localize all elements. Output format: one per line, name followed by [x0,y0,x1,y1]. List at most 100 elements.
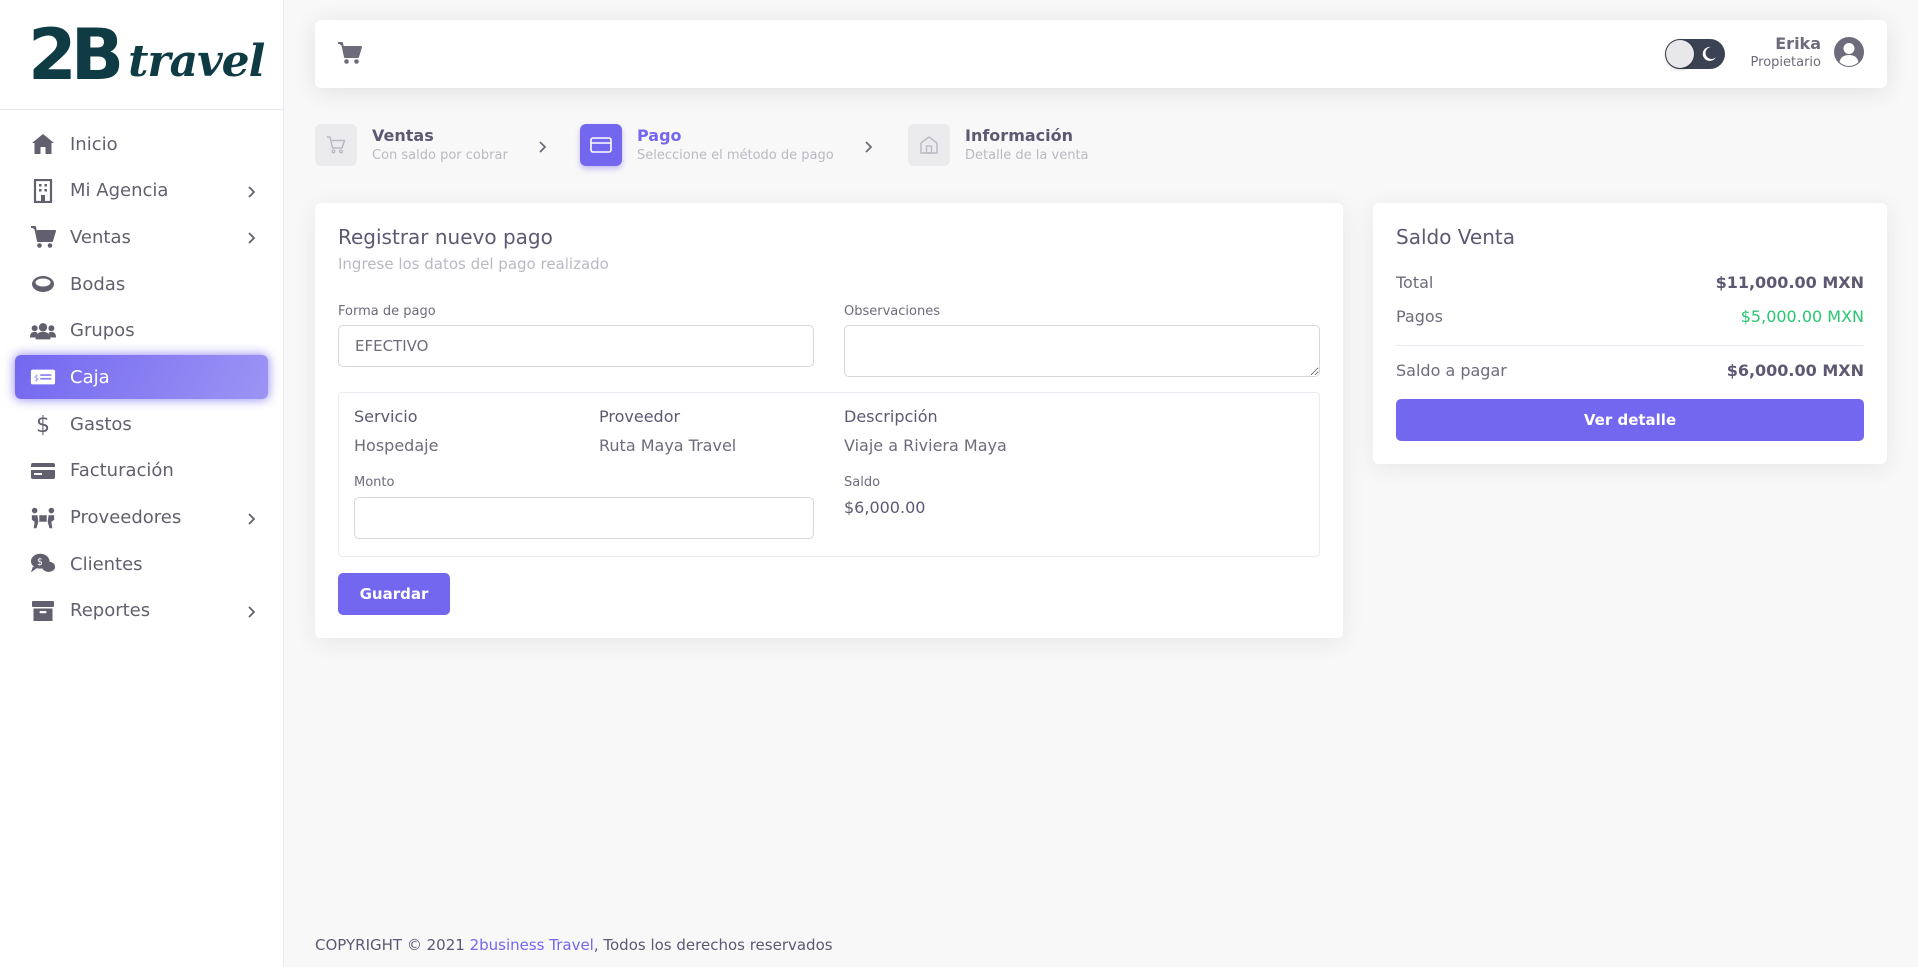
save-button[interactable]: Guardar [338,573,450,615]
sidebar-item-clientes[interactable]: $ Clientes [15,542,268,586]
user-role: Propietario [1750,55,1821,70]
sidebar-item-label: Caja [70,366,110,388]
cart-outline-icon [315,124,357,166]
user-name[interactable]: Erika [1775,34,1821,53]
sidebar-item-label: Facturación [70,460,174,482]
servicio-header: Servicio [354,407,418,426]
total-label: Total [1396,273,1434,292]
footer: COPYRIGHT © 2021 2business Travel, Todos… [315,936,833,954]
step-title: Información [965,126,1074,145]
copyright-text: COPYRIGHT © 2021 [315,936,470,954]
view-detail-button[interactable]: Ver detalle [1396,399,1864,441]
step-pago[interactable]: Pago Seleccione el método de pago [580,124,834,166]
home-icon [30,131,56,157]
saldo-pagar-label: Saldo a pagar [1396,361,1507,380]
payment-form-card: Registrar nuevo pago Ingrese los datos d… [315,203,1343,638]
sidebar-item-label: Bodas [70,273,126,295]
step-subtitle: Detalle de la venta [965,148,1089,163]
brand-link[interactable]: 2business Travel [470,936,594,954]
wizard-stepper: Ventas Con saldo por cobrar Pago Selecci… [315,124,1215,170]
building-icon [30,178,56,204]
logo-sub: travel [128,36,265,87]
sidebar-item-facturacion[interactable]: Facturación [15,449,268,493]
toggle-knob [1666,40,1694,68]
pagos-value: $5,000.00 MXN [1740,307,1864,326]
chevron-right-icon [246,510,256,531]
chevron-right-icon [246,229,256,250]
card-subtitle: Ingrese los datos del pago realizado [338,255,609,273]
card-title: Registrar nuevo pago [338,225,553,249]
sidebar-item-inicio[interactable]: Inicio [15,122,268,166]
pagos-row: Pagos $5,000.00 MXN [1396,307,1864,326]
step-subtitle: Con saldo por cobrar [372,148,508,163]
servicio-value: Hospedaje [354,436,439,455]
sidebar-item-label: Ventas [70,226,131,248]
sidebar-item-label: Proveedores [70,507,182,528]
card-title: Saldo Venta [1396,225,1516,249]
brand-logo[interactable]: 2B travel [0,0,283,110]
total-value: $11,000.00 MXN [1715,273,1864,292]
monto-input[interactable] [354,497,814,539]
sidebar-item-label: Clientes [70,553,143,575]
comments-dollar-icon: $ [30,551,56,577]
chevron-right-icon [246,183,256,204]
dollar-icon: $ [30,411,56,437]
saldo-label: Saldo [844,475,881,490]
step-title: Pago [637,126,682,145]
theme-toggle[interactable] [1665,39,1725,69]
logo-main: 2B [28,13,124,96]
monto-label: Monto [354,475,395,490]
top-navbar: Erika Propietario [315,20,1887,88]
chevron-right-icon [537,139,549,159]
archive-icon [30,598,56,624]
sidebar-item-ventas[interactable]: Ventas [15,215,268,259]
proveedor-header: Proveedor [599,407,681,426]
sidebar-menu: Inicio Mi Agencia Ventas Bodas Grupos $ … [0,110,283,633]
users-icon [30,318,56,344]
step-title: Ventas [372,126,434,145]
total-row: Total $11,000.00 MXN [1396,273,1864,292]
observaciones-label: Observaciones [844,304,940,319]
pagos-label: Pagos [1396,307,1444,326]
saldo-pagar-row: Saldo a pagar $6,000.00 MXN [1396,361,1864,380]
observaciones-textarea[interactable] [844,325,1320,377]
moon-icon [1700,45,1718,67]
service-detail-box: Servicio Hospedaje Proveedor Ruta Maya T… [338,392,1320,557]
credit-card-outline-icon [580,124,622,166]
people-carry-icon [30,505,56,531]
svg-text:$: $ [34,373,39,383]
sidebar-item-gastos[interactable]: $ Gastos [15,402,268,446]
forma-pago-input[interactable] [338,325,814,367]
sidebar-item-proveedores[interactable]: Proveedores [15,496,268,540]
sidebar-item-reportes[interactable]: Reportes [15,589,268,633]
sidebar-item-label: Mi Agencia [70,180,169,202]
saldo-value: $6,000.00 [844,498,926,517]
cart-icon [30,224,56,250]
rights-text: , Todos los derechos reservados [593,936,833,954]
svg-text:$: $ [36,413,50,437]
saldo-pagar-value: $6,000.00 MXN [1726,361,1864,380]
descripcion-value: Viaje a Riviera Maya [844,436,1007,455]
svg-text:$: $ [37,557,43,568]
step-informacion[interactable]: Información Detalle de la venta [908,124,1089,166]
step-subtitle: Seleccione el método de pago [637,148,834,163]
step-ventas[interactable]: Ventas Con saldo por cobrar [315,124,508,166]
user-avatar-icon[interactable] [1833,36,1865,72]
saldo-venta-card: Saldo Venta Total $11,000.00 MXN Pagos $… [1373,203,1887,464]
divider [1396,345,1864,346]
shopping-cart-icon[interactable] [337,40,363,70]
sidebar-item-label: Gastos [70,413,132,435]
home-outline-icon [908,124,950,166]
sidebar-item-mi-agencia[interactable]: Mi Agencia [15,169,268,213]
sidebar-item-label: Inicio [70,133,118,155]
forma-pago-label: Forma de pago [338,304,436,319]
sidebar-item-grupos[interactable]: Grupos [15,309,268,353]
sidebar-item-bodas[interactable]: Bodas [15,262,268,306]
sidebar-item-caja[interactable]: $ Caja [15,355,268,400]
sidebar-item-label: Grupos [70,320,135,342]
sidebar-item-label: Reportes [70,600,151,622]
credit-card-icon [30,458,56,484]
money-bill-icon: $ [30,364,56,390]
sidebar: 2B travel Inicio Mi Agencia Ventas Bodas… [0,0,284,967]
proveedor-value: Ruta Maya Travel [599,436,737,455]
